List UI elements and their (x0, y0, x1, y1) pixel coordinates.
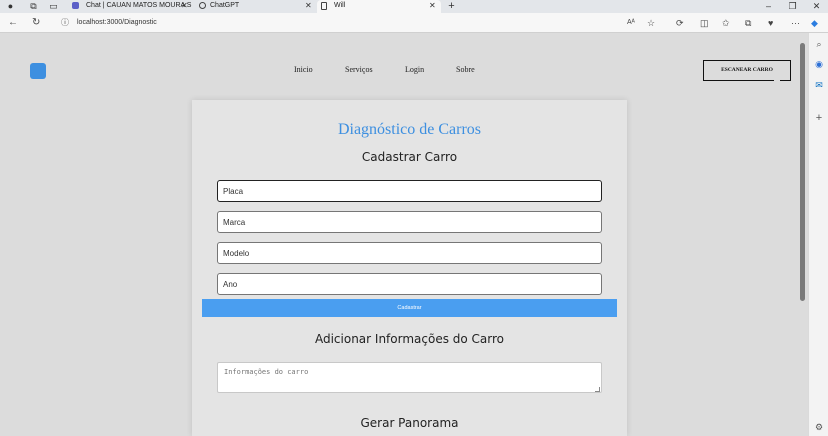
tab-teams-chat[interactable]: Chat | CAUAN MATOS MOURA S (68, 0, 193, 13)
tab-label: ChatGPT (210, 2, 240, 9)
tab-chatgpt[interactable]: ChatGPT (195, 0, 315, 13)
close-tab-icon[interactable]: ✕ (181, 0, 188, 12)
url-field[interactable]: localhost:3000/Diagnostic (77, 18, 157, 27)
search-icon[interactable]: ⌕ (813, 38, 825, 50)
tab-label: Chat | CAUAN MATOS MOURA S (86, 2, 192, 9)
teams-icon (72, 2, 79, 9)
close-tab-icon[interactable]: ✕ (429, 0, 436, 12)
panorama-heading: Gerar Panorama (360, 416, 459, 430)
register-heading: Cadastrar Carro (361, 150, 458, 164)
close-window-icon[interactable]: ✕ (810, 0, 823, 12)
split-screen-icon[interactable]: ◫ (700, 16, 709, 30)
tab-will[interactable]: Will (317, 0, 441, 13)
back-icon[interactable]: ← (8, 16, 18, 30)
restore-icon[interactable]: ❐ (786, 0, 799, 12)
nav-link-servicos[interactable]: Serviços (345, 65, 373, 75)
workspaces-icon[interactable]: ⧉ (27, 0, 40, 12)
read-aloud-icon[interactable]: Aᴬ (627, 16, 635, 30)
sidebar-settings-icon[interactable]: ⚙ (813, 421, 825, 433)
extension-icon[interactable]: ⟳ (676, 16, 684, 30)
new-tab-icon[interactable]: + (445, 0, 458, 12)
refresh-icon[interactable]: ↻ (32, 16, 40, 30)
diagnostic-card: Diagnóstico de Carros Cadastrar Carro Ca… (192, 100, 627, 436)
site-info-icon[interactable]: ⓘ (61, 16, 69, 30)
nav-link-inicio[interactable]: Inicio (294, 65, 313, 75)
page-scrollbar[interactable] (798, 33, 808, 436)
collections-icon[interactable]: ⧉ (745, 16, 751, 30)
close-tab-icon[interactable]: ✕ (305, 0, 312, 12)
tab-label: Will (334, 2, 346, 9)
site-logo-icon[interactable] (30, 63, 46, 79)
copilot-icon[interactable]: ◆ (811, 16, 818, 30)
more-menu-icon[interactable]: ··· (791, 16, 800, 30)
page-title: Diagnóstico de Carros (337, 121, 482, 138)
resize-handle[interactable] (595, 387, 600, 392)
plate-input[interactable] (217, 180, 602, 202)
page-content: Inicio Serviços Login Sobre ESCANEAR CAR… (0, 34, 798, 436)
chatgpt-icon (199, 2, 206, 9)
browser-essentials-icon[interactable]: ♥ (768, 16, 773, 30)
brand-input[interactable] (217, 211, 602, 233)
favorite-star-icon[interactable]: ☆ (647, 16, 655, 30)
outlook-icon[interactable]: ✉ (813, 79, 825, 91)
nav-link-login[interactable]: Login (405, 65, 424, 75)
add-sidebar-app-icon[interactable]: + (813, 112, 825, 124)
shopping-icon[interactable]: ◉ (813, 58, 825, 70)
profile-avatar-icon[interactable]: ● (4, 0, 17, 12)
year-input[interactable] (217, 273, 602, 295)
info-heading: Adicionar Informações do Carro (314, 332, 505, 346)
document-icon (321, 2, 327, 10)
car-info-textarea[interactable] (217, 362, 602, 393)
tab-actions-icon[interactable]: ▭ (47, 0, 60, 12)
register-button[interactable]: Cadastrar (202, 299, 617, 317)
favorites-icon[interactable]: ✩ (722, 16, 730, 30)
scan-car-button[interactable]: ESCANEAR CARRO (703, 60, 791, 82)
address-bar-row: ← ↻ ⓘ localhost:3000/Diagnostic Aᴬ ☆ ⟳ ◫… (0, 13, 828, 33)
nav-link-sobre[interactable]: Sobre (456, 65, 475, 75)
scrollbar-thumb[interactable] (800, 43, 805, 301)
browser-tab-strip: ● ⧉ ▭ Chat | CAUAN MATOS MOURA S ✕ ChatG… (0, 0, 828, 13)
model-input[interactable] (217, 242, 602, 264)
minimize-icon[interactable]: – (762, 0, 775, 12)
edge-sidebar: ⌕ ◉ ✉ + ⚙ (808, 33, 828, 436)
